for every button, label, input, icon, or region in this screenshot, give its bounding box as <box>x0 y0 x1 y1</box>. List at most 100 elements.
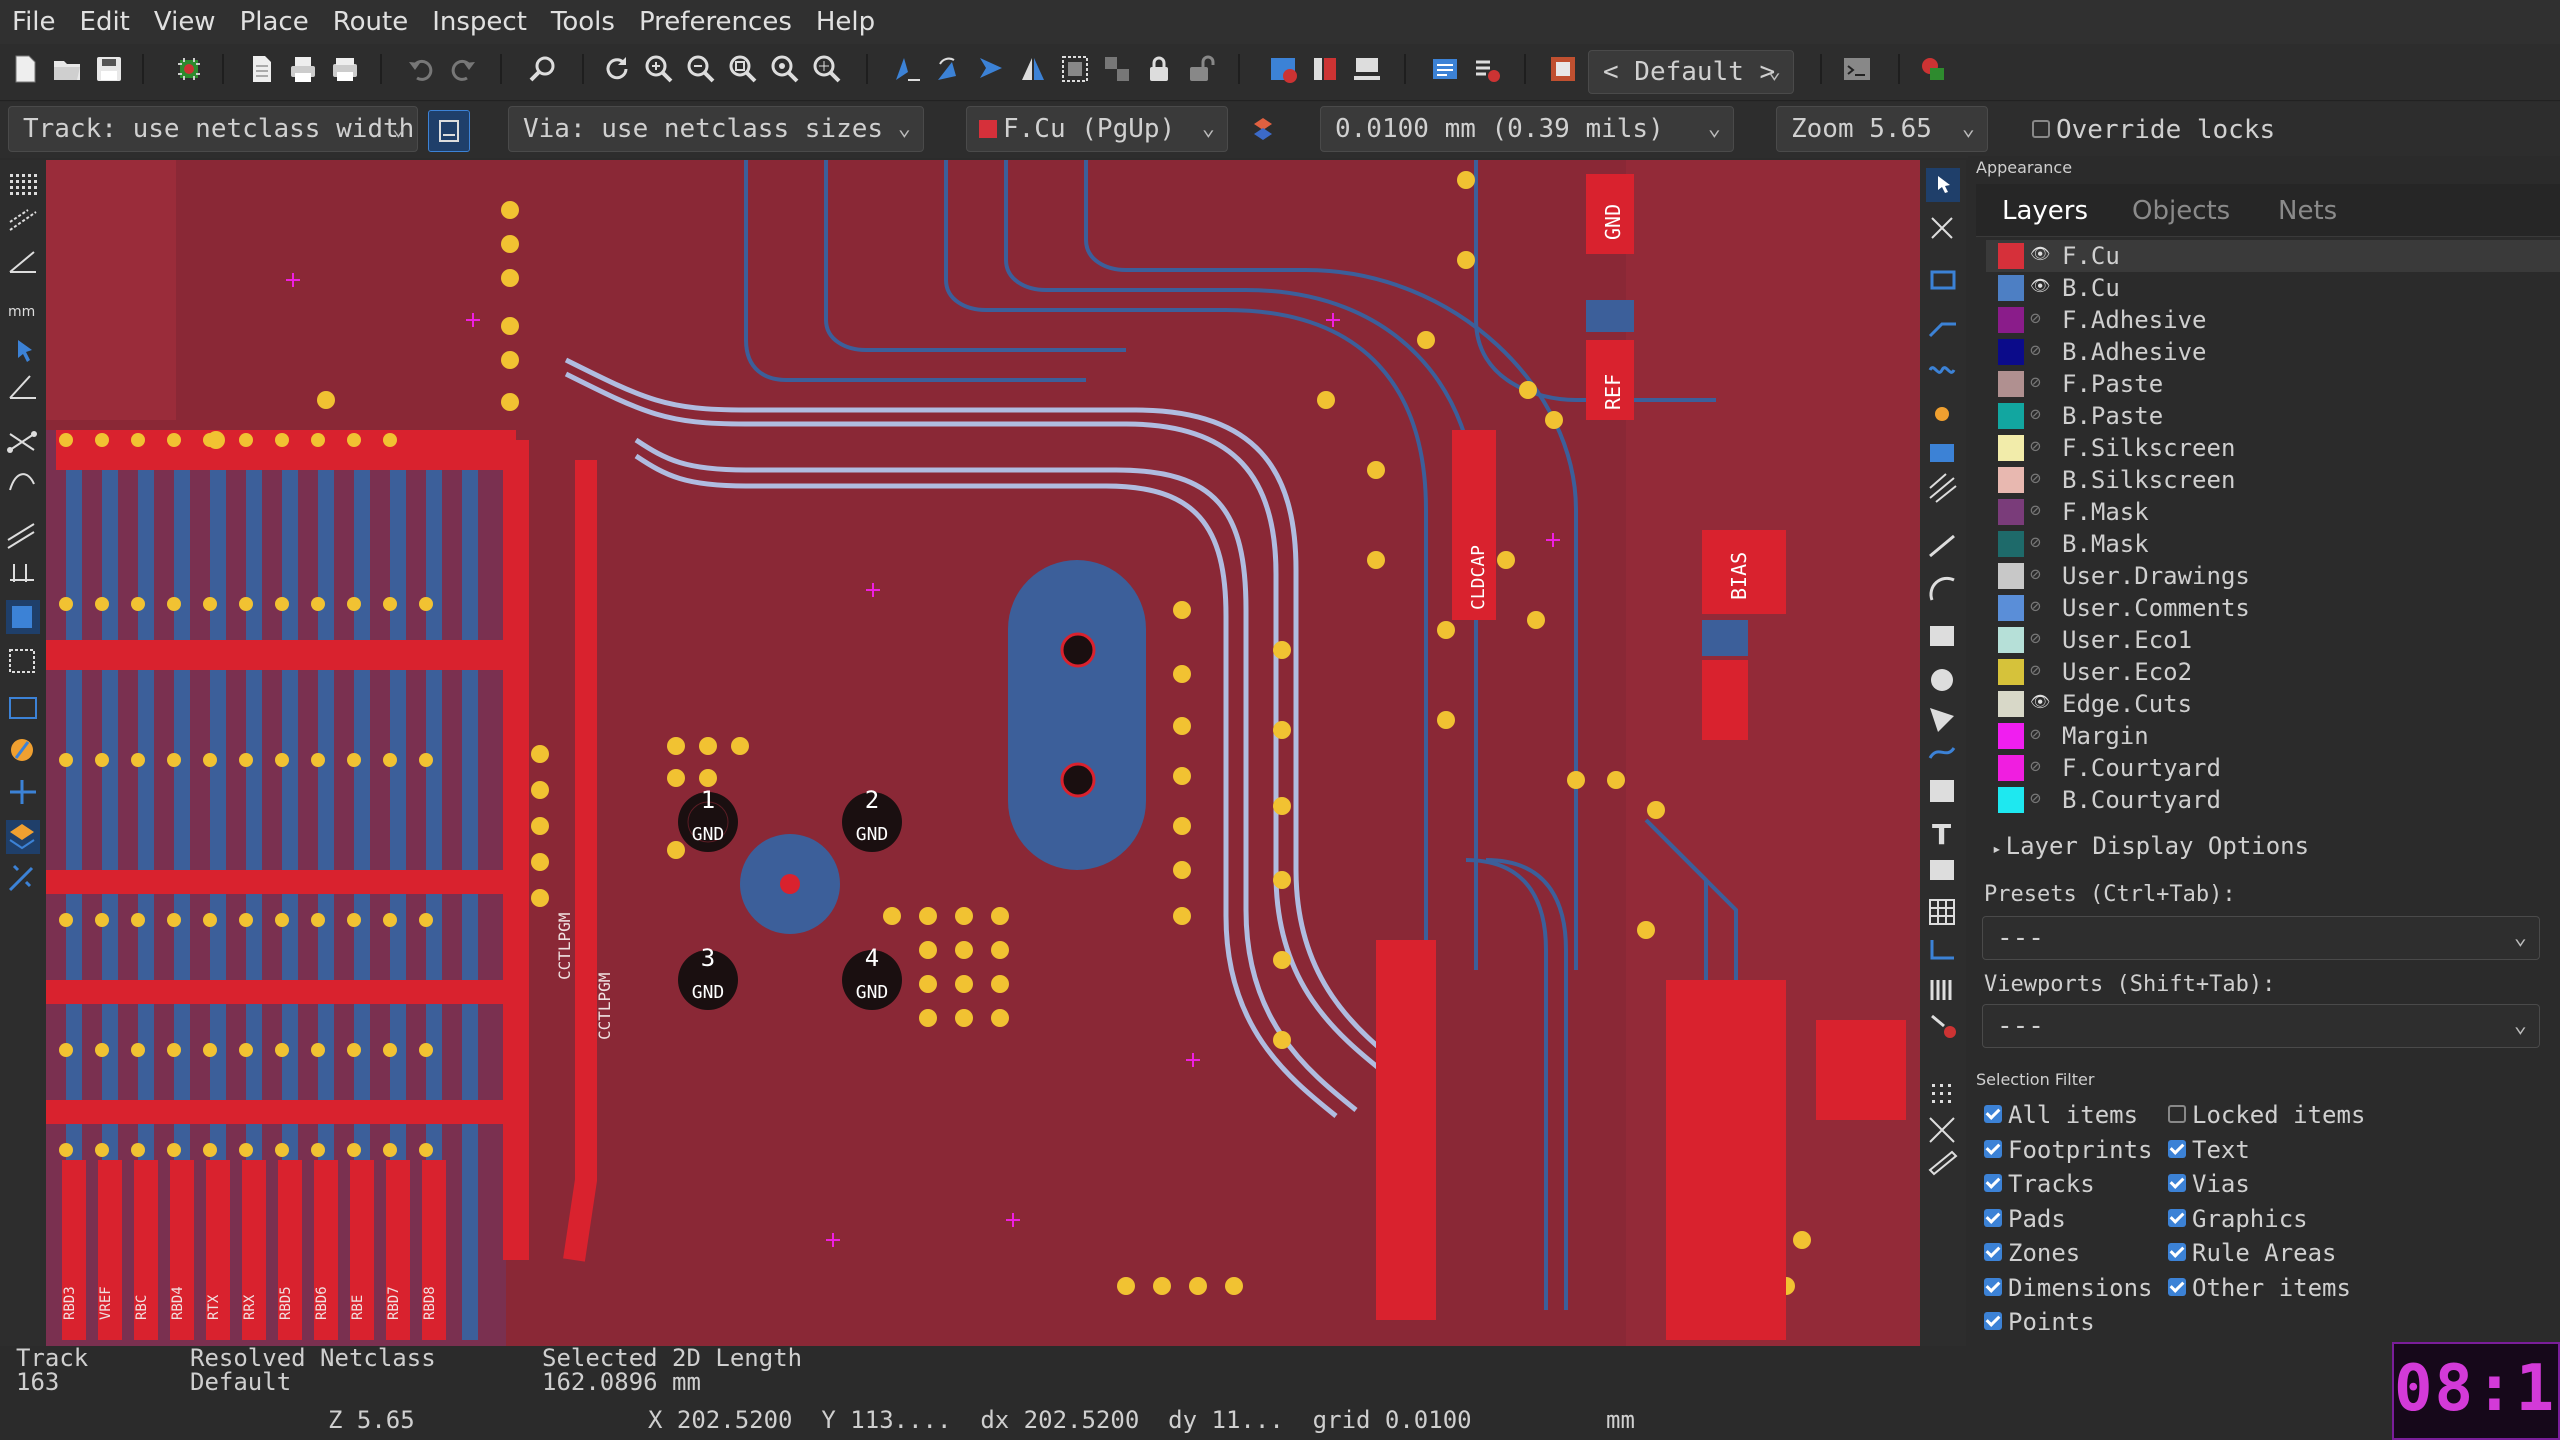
track-width-dropdown[interactable]: Track: use netclass width ⌄ <box>8 106 418 152</box>
layer-color-swatch[interactable] <box>1998 659 2024 685</box>
filter-text[interactable]: Text <box>2168 1135 2250 1165</box>
layer-color-swatch[interactable] <box>1998 787 2024 813</box>
menu-preferences[interactable]: Preferences <box>627 0 804 44</box>
plugin-icon[interactable] <box>1916 52 1950 86</box>
layer-color-swatch[interactable] <box>1998 275 2024 301</box>
layer-color-swatch[interactable] <box>1998 243 2024 269</box>
group-icon[interactable] <box>1058 52 1092 86</box>
zoom-out-icon[interactable] <box>684 52 718 86</box>
page-settings-icon[interactable] <box>244 52 278 86</box>
layer-color-swatch[interactable] <box>1998 531 2024 557</box>
tab-layers[interactable]: Layers <box>2002 196 2088 226</box>
layer-row-b-silkscreen[interactable]: ⊘ B.Silkscreen <box>1986 464 2560 496</box>
open-icon[interactable] <box>50 52 84 86</box>
eye-icon[interactable]: 👁 <box>2030 692 2050 711</box>
save-icon[interactable] <box>92 52 126 86</box>
layer-row-f-courtyard[interactable]: ⊘ F.Courtyard <box>1986 752 2560 784</box>
mirror-icon[interactable] <box>1016 52 1050 86</box>
layer-color-swatch[interactable] <box>1998 435 2024 461</box>
zoom-in-icon[interactable] <box>642 52 676 86</box>
eye-icon[interactable]: 👁 <box>2030 276 2050 295</box>
eye-icon[interactable]: 👁 <box>2030 244 2050 263</box>
layer-color-swatch[interactable] <box>1998 563 2024 589</box>
layer-row-f-mask[interactable]: ⊘ F.Mask <box>1986 496 2560 528</box>
ungroup-icon[interactable] <box>1100 52 1134 86</box>
terminal-icon[interactable] <box>1840 52 1874 86</box>
filter-zones[interactable]: Zones <box>1984 1238 2080 1268</box>
layer-row-user-eco1[interactable]: ⊘ User.Eco1 <box>1986 624 2560 656</box>
layer-row-f-silkscreen[interactable]: ⊘ F.Silkscreen <box>1986 432 2560 464</box>
lock-icon[interactable] <box>1142 52 1176 86</box>
menu-route[interactable]: Route <box>321 0 420 44</box>
layer-row-f-paste[interactable]: ⊘ F.Paste <box>1986 368 2560 400</box>
eye-hidden-icon[interactable]: ⊘ <box>2030 436 2041 457</box>
layer-color-swatch[interactable] <box>1998 499 2024 525</box>
scripting-icon[interactable] <box>1428 52 1462 86</box>
layer-row-user-eco2[interactable]: ⊘ User.Eco2 <box>1986 656 2560 688</box>
layer-color-swatch[interactable] <box>1998 403 2024 429</box>
filter-points[interactable]: Points <box>1984 1307 2095 1337</box>
zoom-selection-icon[interactable] <box>810 52 844 86</box>
new-board-icon[interactable] <box>8 52 42 86</box>
redo-icon[interactable] <box>446 52 480 86</box>
eye-hidden-icon[interactable]: ⊘ <box>2030 532 2041 553</box>
unlock-icon[interactable] <box>1184 52 1218 86</box>
zoom-objects-icon[interactable] <box>768 52 802 86</box>
layer-color-swatch[interactable] <box>1998 307 2024 333</box>
menu-inspect[interactable]: Inspect <box>420 0 539 44</box>
eye-hidden-icon[interactable]: ⊘ <box>2030 756 2041 777</box>
filter-footprints[interactable]: Footprints <box>1984 1135 2153 1165</box>
eye-hidden-icon[interactable]: ⊘ <box>2030 788 2041 809</box>
eye-hidden-icon[interactable]: ⊘ <box>2030 468 2041 489</box>
filter-pads[interactable]: Pads <box>1984 1204 2066 1234</box>
presets-dropdown[interactable]: --- ⌄ <box>1982 916 2540 960</box>
eye-hidden-icon[interactable]: ⊘ <box>2030 500 2041 521</box>
layer-row-b-mask[interactable]: ⊘ B.Mask <box>1986 528 2560 560</box>
auto-width-icon[interactable] <box>428 110 470 152</box>
board-setup-icon[interactable] <box>172 52 206 86</box>
eye-hidden-icon[interactable]: ⊘ <box>2030 564 2041 585</box>
tab-nets[interactable]: Nets <box>2278 196 2337 226</box>
filter-tracks[interactable]: Tracks <box>1984 1169 2095 1199</box>
layer-color-swatch[interactable] <box>1998 339 2024 365</box>
menu-place[interactable]: Place <box>228 0 321 44</box>
layer-row-b-adhesive[interactable]: ⊘ B.Adhesive <box>1986 336 2560 368</box>
refresh-icon[interactable] <box>600 52 634 86</box>
layer-row-user-comments[interactable]: ⊘ User.Comments <box>1986 592 2560 624</box>
layer-pair-icon[interactable] <box>1546 52 1580 86</box>
layer-row-f-cu[interactable]: 👁 F.Cu <box>1986 240 2560 272</box>
pcb-canvas[interactable]: RBD3 VREF RBC RBD4 RTX RRX RBD5 RBD6 RBE… <box>46 160 1920 1346</box>
layer-color-swatch[interactable] <box>1998 595 2024 621</box>
grid-size-dropdown[interactable]: 0.0100 mm (0.39 mils) ⌄ <box>1320 106 1734 152</box>
filter-rule-areas[interactable]: Rule Areas <box>2168 1238 2337 1268</box>
filter-vias[interactable]: Vias <box>2168 1169 2250 1199</box>
plot-icon[interactable] <box>328 52 362 86</box>
layer-display-options[interactable]: ▸ Layer Display Options <box>1992 832 2309 860</box>
netlist-update-icon[interactable] <box>1266 52 1300 86</box>
layer-row-user-drawings[interactable]: ⊘ User.Drawings <box>1986 560 2560 592</box>
eye-hidden-icon[interactable]: ⊘ <box>2030 596 2041 617</box>
menu-view[interactable]: View <box>142 0 228 44</box>
footprint-library-icon[interactable] <box>1308 52 1342 86</box>
layer-row-b-cu[interactable]: 👁 B.Cu <box>1986 272 2560 304</box>
eye-hidden-icon[interactable]: ⊘ <box>2030 660 2041 681</box>
drc-icon[interactable] <box>1470 52 1504 86</box>
via-size-dropdown[interactable]: Via: use netclass sizes ⌄ <box>508 106 924 152</box>
footprint-editor-icon[interactable] <box>1350 52 1384 86</box>
filter-graphics[interactable]: Graphics <box>2168 1204 2308 1234</box>
layer-color-swatch[interactable] <box>1998 755 2024 781</box>
viewports-dropdown[interactable]: --- ⌄ <box>1982 1004 2540 1048</box>
print-icon[interactable] <box>286 52 320 86</box>
zoom-fit-icon[interactable] <box>726 52 760 86</box>
layer-row-edge-cuts[interactable]: 👁 Edge.Cuts <box>1986 688 2560 720</box>
eye-hidden-icon[interactable]: ⊘ <box>2030 404 2041 425</box>
layer-row-f-adhesive[interactable]: ⊘ F.Adhesive <box>1986 304 2560 336</box>
layer-color-swatch[interactable] <box>1998 723 2024 749</box>
rotate-ccw-icon[interactable] <box>890 52 924 86</box>
menu-edit[interactable]: Edit <box>68 0 142 44</box>
viewport-preset-dropdown[interactable]: < Default > ⌄ <box>1588 50 1794 94</box>
eye-hidden-icon[interactable]: ⊘ <box>2030 724 2041 745</box>
layer-row-b-courtyard[interactable]: ⊘ B.Courtyard <box>1986 784 2560 816</box>
menu-tools[interactable]: Tools <box>539 0 627 44</box>
layer-row-b-paste[interactable]: ⊘ B.Paste <box>1986 400 2560 432</box>
